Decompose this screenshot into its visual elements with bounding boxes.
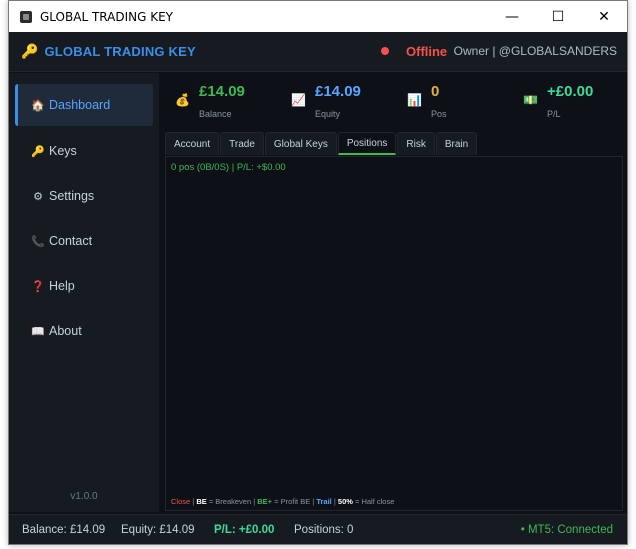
question-icon: ❓ [31,280,45,293]
sidebar-item-label: Help [49,279,75,293]
brand-title: GLOBAL TRADING KEY [44,44,196,59]
window-titlebar[interactable]: GLOBAL TRADING KEY — ☐ ✕ [9,1,627,32]
sidebar-item-keys[interactable]: 🔑 Keys [15,130,153,172]
positions-legend: Close | BE = Breakeven | BE+ = Profit BE… [171,497,394,506]
stat-label: Equity [315,109,341,119]
sidebar-item-label: Settings [49,189,95,203]
window-title: GLOBAL TRADING KEY [40,9,173,24]
sidebar-item-about[interactable]: 📖 About [15,310,153,352]
minimize-button[interactable]: — [489,1,535,32]
legend-be-desc: = Breakeven | [206,497,258,506]
tab-positions[interactable]: Positions [337,132,397,155]
banknote-icon: 💵 [523,93,538,107]
tab-bar: Account Trade Global Keys Positions Risk… [165,132,478,156]
legend-be-plus: BE+ [257,497,273,506]
sidebar-item-settings[interactable]: ⚙ Settings [15,175,153,217]
chart-up-icon: 📈 [291,93,306,107]
status-equity: Equity: £14.09 [121,524,195,536]
tab-account[interactable]: Account [165,132,220,155]
legend-be-plus-desc: = Profit BE | [272,497,317,506]
book-icon: 📖 [31,325,45,338]
stat-value: £14.09 [315,83,361,100]
sidebar-item-help[interactable]: ❓ Help [15,265,153,307]
owner-label: Owner | @GLOBALSANDERS [453,44,617,58]
connection-status: Offline [406,44,448,59]
key-icon: 🔑 [21,43,39,59]
stat-label: Balance [199,109,232,119]
stat-label: P/L [547,109,561,119]
bar-chart-icon: 📊 [407,93,422,107]
sidebar-item-contact[interactable]: 📞 Contact [15,220,153,262]
tab-global-keys[interactable]: Global Keys [264,132,337,155]
tab-brain[interactable]: Brain [435,132,478,155]
sidebar: 🏠 Dashboard 🔑 Keys ⚙ Settings 📞 Contact … [9,73,159,512]
status-balance: Balance: £14.09 [22,524,106,536]
legend-half: 50% [337,497,353,506]
app-icon [20,10,32,23]
tab-risk[interactable]: Risk [397,132,435,155]
status-positions: Positions: 0 [294,524,354,536]
phone-icon: 📞 [31,235,45,248]
legend-close: Close [171,497,191,506]
maximize-button[interactable]: ☐ [535,1,581,32]
stats-row: 💰 £14.09 Balance 📈 £14.09 Equity 📊 0 Pos… [167,77,622,127]
stat-value: +£0.00 [547,83,594,100]
sidebar-item-dashboard[interactable]: 🏠 Dashboard [15,84,153,126]
legend-be: BE [196,497,207,506]
close-button[interactable]: ✕ [581,1,627,32]
status-pl: P/L: +£0.00 [214,524,275,536]
app-header: 🔑 GLOBAL TRADING KEY Offline Owner | @GL… [9,32,627,72]
status-bar: Balance: £14.09 Equity: £14.09 P/L: +£0.… [9,514,627,544]
positions-panel: 0 pos (0B/0S) | P/L: +$0.00 Close | BE =… [165,156,623,511]
stat-label: Pos [431,109,447,119]
key-icon: 🔑 [31,145,45,158]
status-connection: • MT5: Connected [520,524,613,536]
window-controls: — ☐ ✕ [489,1,627,32]
house-icon: 🏠 [31,99,45,112]
stat-value: £14.09 [199,83,245,100]
app-window: GLOBAL TRADING KEY — ☐ ✕ 🔑 GLOBAL TRADIN… [8,0,628,545]
sidebar-item-label: Dashboard [49,98,111,112]
sidebar-item-label: Keys [49,144,77,158]
tab-trade[interactable]: Trade [220,132,264,155]
gear-icon: ⚙ [33,190,43,203]
legend-half-desc: = Half close [352,497,395,506]
stat-value: 0 [431,83,440,100]
legend-trail: Trail [316,497,332,506]
status-indicator-icon [381,47,389,55]
version-label: v1.0.0 [70,491,98,502]
sidebar-item-label: Contact [49,234,93,248]
money-bag-icon: 💰 [175,93,190,107]
sidebar-item-label: About [49,324,82,338]
positions-summary: 0 pos (0B/0S) | P/L: +$0.00 [171,162,286,173]
